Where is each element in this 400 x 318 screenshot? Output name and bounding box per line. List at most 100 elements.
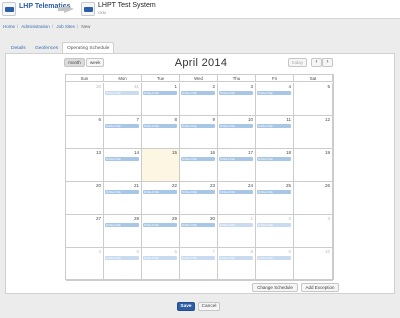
schedule-event[interactable]: 8:00a-3:00p [219, 223, 253, 227]
day-cell[interactable]: 6 [66, 116, 104, 149]
day-cell[interactable]: 17 8:00a-3:00p [218, 149, 256, 182]
schedule-event[interactable]: 8:00a-3:00p [181, 256, 215, 260]
schedule-event[interactable]: 8:00a-3:00p [143, 256, 177, 260]
day-cell[interactable]: 11 8:00a-3:00p [256, 116, 294, 149]
week-view-button[interactable]: week [86, 58, 104, 67]
day-cell[interactable]: 1 8:00a-3:00p [142, 83, 180, 116]
day-cell[interactable]: 18 8:00a-3:00p [256, 149, 294, 182]
day-cell[interactable]: 24 8:00a-3:00p [218, 182, 256, 215]
breadcrumb-job-sites[interactable]: Job Sites [56, 24, 75, 29]
day-cell[interactable]: 5 8:00a-3:00p [104, 248, 142, 281]
day-cell[interactable]: 7 8:00a-3:00p [104, 116, 142, 149]
day-cell[interactable]: 8 8:00a-3:00p [218, 248, 256, 281]
day-cell[interactable]: 4 8:00a-3:00p [256, 83, 294, 116]
schedule-event[interactable]: 8:00a-3:00p [219, 190, 253, 194]
day-number: 16 [209, 150, 215, 155]
schedule-event[interactable]: 8:00a-3:00p [257, 157, 291, 161]
day-cell[interactable]: 7 8:00a-3:00p [180, 248, 218, 281]
schedule-event[interactable]: 8:00a-3:00p [181, 190, 215, 194]
day-cell[interactable]: 14 8:00a-3:00p [104, 149, 142, 182]
schedule-event[interactable]: 8:00a-3:00p [105, 124, 139, 128]
schedule-event[interactable]: 8:00a-3:00p [143, 190, 177, 194]
schedule-event[interactable]: 8:00a-3:00p [181, 223, 215, 227]
day-cell[interactable]: 30 8:00a-3:00p [180, 215, 218, 248]
prev-month-button[interactable]: ‹ [311, 58, 322, 67]
day-number: 14 [133, 150, 139, 155]
day-cell[interactable]: 25 8:00a-3:00p [256, 182, 294, 215]
schedule-event[interactable]: 8:00a-3:00p [257, 124, 291, 128]
schedule-event[interactable]: 8:00a-3:00p [257, 91, 291, 95]
schedule-event[interactable]: 8:00a-3:00p [219, 124, 253, 128]
breadcrumb-administration[interactable]: Administration [21, 24, 50, 29]
schedule-event[interactable]: 8:00a-3:00p [219, 256, 253, 260]
top-bar: LHP Telematics LHPT Test System CKM [0, 0, 400, 19]
day-cell[interactable]: 12 [294, 116, 333, 149]
day-cell[interactable]: 27 [66, 215, 104, 248]
day-cell[interactable]: 26 [294, 182, 333, 215]
arrow-right-icon [58, 5, 74, 13]
day-number: 5 [327, 84, 330, 89]
schedule-event[interactable]: 8:00a-3:00p [105, 157, 139, 161]
next-month-button[interactable]: › [322, 58, 333, 67]
day-number: 8 [250, 249, 253, 254]
day-cell[interactable]: 5 [294, 83, 333, 116]
cancel-button[interactable]: Cancel [198, 302, 220, 311]
day-number: 17 [247, 150, 253, 155]
day-cell[interactable]: 9 8:00a-3:00p [256, 248, 294, 281]
schedule-event[interactable]: 8:00a-3:00p [105, 190, 139, 194]
day-cell[interactable]: 29 8:00a-3:00p [142, 215, 180, 248]
schedule-event[interactable]: 8:00a-3:00p [105, 91, 139, 95]
schedule-event[interactable]: 8:00a-3:00p [181, 124, 215, 128]
day-number: 30 [95, 84, 101, 89]
day-cell[interactable]: 20 [66, 182, 104, 215]
schedule-event[interactable]: 8:00a-3:00p [257, 223, 291, 227]
day-number: 28 [133, 216, 139, 221]
day-cell[interactable]: 6 8:00a-3:00p [142, 248, 180, 281]
day-cell[interactable]: 15 [142, 149, 180, 182]
day-number: 31 [133, 84, 139, 89]
add-exception-button[interactable]: Add Exception [301, 283, 339, 292]
day-cell[interactable]: 22 8:00a-3:00p [142, 182, 180, 215]
day-cell[interactable]: 9 8:00a-3:00p [180, 116, 218, 149]
day-cell[interactable]: 19 [294, 149, 333, 182]
day-cell[interactable]: 3 8:00a-3:00p [218, 83, 256, 116]
day-cell[interactable]: 21 8:00a-3:00p [104, 182, 142, 215]
day-cell[interactable]: 1 8:00a-3:00p [218, 215, 256, 248]
schedule-event[interactable]: 8:00a-3:00p [257, 190, 291, 194]
day-number: 4 [288, 84, 291, 89]
day-cell[interactable]: 8 8:00a-3:00p [142, 116, 180, 149]
month-view-button[interactable]: month [64, 58, 85, 67]
schedule-event[interactable]: 8:00a-3:00p [219, 91, 253, 95]
schedule-event[interactable]: 8:00a-3:00p [181, 91, 215, 95]
weekday-header-row: Sun Mon Tue Wed Thu Fri Sat [66, 75, 333, 82]
day-cell[interactable]: 3 [294, 215, 333, 248]
save-button[interactable]: Save [177, 302, 195, 311]
day-cell[interactable]: 2 8:00a-3:00p [256, 215, 294, 248]
schedule-event[interactable]: 8:00a-3:00p [143, 223, 177, 227]
schedule-event[interactable]: 8:00a-3:00p [143, 124, 177, 128]
breadcrumb-home[interactable]: Home [3, 24, 15, 29]
day-number: 6 [98, 117, 101, 122]
schedule-event[interactable]: 8:00a-3:00p [219, 157, 253, 161]
day-cell[interactable]: 16 8:00a-3:00p [180, 149, 218, 182]
day-cell[interactable]: 31 8:00a-3:00p [104, 83, 142, 116]
day-cell[interactable]: 30 [66, 83, 104, 116]
schedule-event[interactable]: 8:00a-3:00p [181, 157, 215, 161]
day-cell[interactable]: 10 [294, 248, 333, 281]
schedule-event[interactable]: 8:00a-3:00p [257, 256, 291, 260]
day-cell[interactable]: 13 [66, 149, 104, 182]
day-cell[interactable]: 4 [66, 248, 104, 281]
schedule-event[interactable]: 8:00a-3:00p [105, 223, 139, 227]
schedule-event[interactable]: 8:00a-3:00p [105, 256, 139, 260]
system-title: LHPT Test System [98, 2, 156, 9]
day-cell[interactable]: 2 8:00a-3:00p [180, 83, 218, 116]
chevron-right-icon: › [326, 59, 329, 65]
weekday-tue: Tue [142, 75, 180, 82]
day-cell[interactable]: 28 8:00a-3:00p [104, 215, 142, 248]
change-schedule-button[interactable]: Change Schedule [252, 283, 298, 292]
day-number: 9 [288, 249, 291, 254]
today-button[interactable]: today [288, 58, 307, 67]
day-cell[interactable]: 23 8:00a-3:00p [180, 182, 218, 215]
day-cell[interactable]: 10 8:00a-3:00p [218, 116, 256, 149]
schedule-event[interactable]: 8:00a-3:00p [143, 91, 177, 95]
